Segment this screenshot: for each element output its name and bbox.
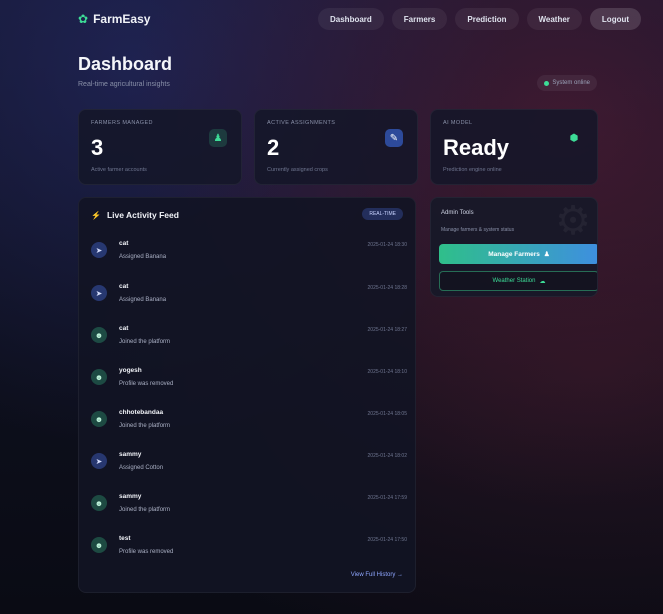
- user-add-icon: ☻: [91, 411, 107, 427]
- activity-item[interactable]: ☻ chhotebandaa Joined the platform 2025-…: [91, 407, 407, 443]
- activity-description: Profile was removed: [119, 549, 174, 555]
- activity-time: 2025-01-24 18:27: [367, 327, 407, 333]
- activity-item[interactable]: ☻ yogesh Profile was removed 2025-01-24 …: [91, 365, 407, 401]
- activity-description: Joined the platform: [119, 423, 171, 429]
- nav-links: Dashboard Farmers Prediction Weather Log…: [318, 8, 642, 30]
- admin-tools-panel: ⚙ Admin Tools Manage farmers & system st…: [430, 197, 598, 297]
- status-dot-icon: [544, 80, 550, 86]
- activity-item[interactable]: ☻ sammy Joined the platform 2025-01-24 1…: [91, 491, 407, 527]
- system-status-badge: System online: [537, 75, 597, 91]
- activity-feed-panel: ⚡ Live Activity Feed REAL-TIME ➤ cat Ass…: [78, 197, 416, 593]
- activity-description: Assigned Banana: [119, 297, 167, 303]
- admin-title: Admin Tools: [441, 210, 474, 216]
- activity-time: 2025-01-24 18:30: [367, 242, 407, 248]
- activity-user: yogesh: [119, 367, 142, 374]
- activity-description: Joined the platform: [119, 507, 171, 513]
- top-navbar: ✿ FarmEasy Dashboard Farmers Prediction …: [0, 0, 663, 38]
- activity-item[interactable]: ☻ test Profile was removed 2025-01-24 17…: [91, 533, 407, 569]
- activity-user: cat: [119, 283, 129, 290]
- activity-user: chhotebandaa: [119, 409, 164, 416]
- pencil-icon: ✎: [385, 129, 403, 147]
- activity-user: sammy: [119, 493, 142, 500]
- system-status-text: System online: [552, 80, 590, 86]
- brand-name: FarmEasy: [93, 12, 151, 26]
- sprout-icon: ✿: [78, 12, 89, 26]
- activity-description: Assigned Banana: [119, 254, 167, 260]
- activity-user: sammy: [119, 451, 142, 458]
- nav-farmers[interactable]: Farmers: [391, 8, 448, 30]
- pulse-icon: ⚡: [91, 210, 101, 220]
- stat-card-farmers: FARMERS MANAGED 3 Active farmer accounts…: [78, 109, 242, 185]
- activity-item[interactable]: ➤ sammy Assigned Cotton 2025-01-24 18:02: [91, 449, 407, 485]
- stat-footer: Prediction engine online: [443, 167, 502, 173]
- weather-station-label: Weather Station: [492, 278, 536, 284]
- manage-farmers-label: Manage Farmers: [488, 250, 540, 258]
- nav-weather[interactable]: Weather: [526, 8, 582, 30]
- cloud-icon: ☁: [539, 278, 546, 285]
- user-add-icon: ☻: [91, 369, 107, 385]
- stat-label: FARMERS MANAGED: [91, 120, 153, 126]
- activity-description: Profile was removed: [119, 381, 174, 387]
- activity-user: cat: [119, 240, 129, 247]
- stat-label: ACTIVE ASSIGNMENTS: [267, 120, 336, 126]
- logout-button[interactable]: Logout: [589, 8, 642, 30]
- activity-description: Joined the platform: [119, 339, 171, 345]
- send-icon: ➤: [91, 242, 107, 258]
- realtime-badge: REAL-TIME: [362, 208, 403, 220]
- user-add-icon: ☻: [91, 537, 107, 553]
- brand[interactable]: ✿ FarmEasy: [78, 12, 150, 26]
- activity-time: 2025-01-24 18:28: [367, 285, 407, 291]
- stat-footer: Currently assigned crops: [267, 167, 328, 173]
- activity-item[interactable]: ➤ cat Assigned Banana 2025-01-24 18:30: [91, 238, 407, 274]
- stat-value: 2: [267, 135, 280, 160]
- activity-time: 2025-01-24 18:05: [367, 411, 407, 417]
- page-subtitle: Real-time agricultural insights: [78, 81, 170, 88]
- users-icon: ♟: [543, 251, 550, 258]
- activity-time: 2025-01-24 18:10: [367, 369, 407, 375]
- stat-value: 3: [91, 135, 104, 160]
- view-history-link[interactable]: View Full History →: [351, 572, 403, 578]
- activity-header: ⚡ Live Activity Feed: [91, 210, 179, 220]
- stat-value: Ready: [443, 135, 510, 160]
- user-add-icon: ☻: [91, 495, 107, 511]
- stat-label: AI MODEL: [443, 120, 473, 126]
- stat-card-assignments: ACTIVE ASSIGNMENTS 2 Currently assigned …: [254, 109, 418, 185]
- page-title: Dashboard: [78, 54, 173, 74]
- manage-farmers-button[interactable]: Manage Farmers ♟: [439, 244, 597, 264]
- farmer-icon: ♟: [209, 129, 227, 147]
- user-add-icon: ☻: [91, 327, 107, 343]
- activity-time: 2025-01-24 17:59: [367, 495, 407, 501]
- activity-description: Assigned Cotton: [119, 465, 164, 471]
- send-icon: ➤: [91, 285, 107, 301]
- stat-card-ai-model: AI MODEL Ready Prediction engine online …: [430, 109, 598, 185]
- activity-time: 2025-01-24 18:02: [367, 453, 407, 459]
- nav-dashboard[interactable]: Dashboard: [318, 8, 384, 30]
- activity-item[interactable]: ☻ cat Joined the platform 2025-01-24 18:…: [91, 323, 407, 359]
- activity-user: cat: [119, 325, 129, 332]
- gear-icon: ⚙: [555, 199, 591, 243]
- gem-icon: ⬢: [569, 132, 579, 144]
- activity-user: test: [119, 535, 131, 542]
- activity-title: Live Activity Feed: [106, 210, 179, 220]
- activity-time: 2025-01-24 17:50: [367, 537, 407, 543]
- admin-subtitle: Manage farmers & system status: [441, 227, 515, 233]
- stat-footer: Active farmer accounts: [91, 167, 147, 173]
- activity-item[interactable]: ➤ cat Assigned Banana 2025-01-24 18:28: [91, 281, 407, 317]
- nav-prediction[interactable]: Prediction: [455, 8, 519, 30]
- weather-station-button[interactable]: Weather Station ☁: [439, 271, 597, 291]
- send-icon: ➤: [91, 453, 107, 469]
